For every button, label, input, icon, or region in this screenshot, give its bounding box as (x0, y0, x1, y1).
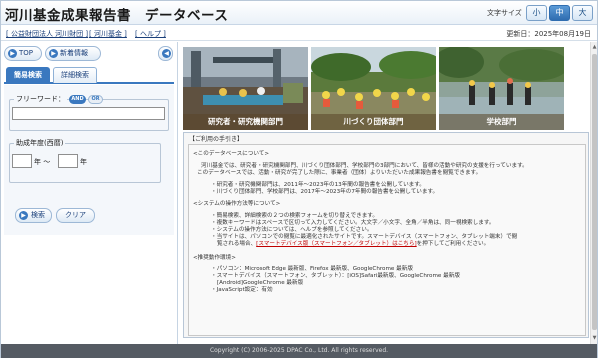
chevron-right-icon: ▶ (8, 49, 17, 58)
usage-guide-title: 【ご利用の手引き】 (189, 136, 244, 143)
app-window: 河川基金成果報告書 データベース 文字サイズ 小 中 大 [ 公益財団法人 河川… (0, 0, 598, 358)
or-toggle[interactable]: OR (88, 95, 103, 104)
scroll-down-icon[interactable]: ▼ (592, 334, 597, 342)
font-size-large-button[interactable]: 大 (572, 5, 593, 21)
page-title: 河川基金成果報告書 データベース (5, 8, 229, 24)
link-river-foundation[interactable]: [ 公益財団法人 河川財団 ] (6, 29, 88, 39)
updated-date: 更新日：2025年08月19日 (506, 30, 591, 38)
researcher-caption: 研究者・研究機関部門 (183, 114, 308, 130)
clear-button[interactable]: クリア (56, 208, 95, 223)
freeword-input[interactable] (12, 107, 165, 120)
scroll-thumb[interactable] (592, 54, 597, 330)
search-form: フリーワード： AND OR 助成年度(西暦) 年 ～ 年 ▶ 検索 クリア (4, 85, 174, 235)
freeword-label: フリーワード： (14, 94, 67, 104)
ops-item-4-cont: 覧される場合、[スマートデバイス版（スマートフォン／タブレット）はこちら]を押下… (217, 241, 490, 247)
page-scrollbar[interactable]: ▲ ▼ (590, 42, 597, 344)
search-button[interactable]: ▶ 検索 (15, 208, 52, 223)
about-item-2: ・川づくり団体部門、学校部門は、2017年～2023年の7年間の報告書を公開して… (211, 189, 439, 195)
usage-guide-body: <このデータベースについて> 河川基金では、研究者・研究機関部門、川づくり団体部… (188, 144, 586, 336)
top-button[interactable]: ▶ TOP (4, 46, 42, 61)
collapse-sidebar-button[interactable]: ◀ (158, 46, 173, 61)
link-river-fund[interactable]: [ 河川基金 ] (89, 29, 127, 39)
year-from-unit: 年 ～ (34, 158, 51, 166)
news-button[interactable]: ▶ 新着情報 (45, 46, 101, 61)
smart-device-link[interactable]: [スマートデバイス版（スマートフォン／タブレット）はこちら] (256, 241, 417, 247)
env-item-3: ・JavaScript設定：有効 (211, 287, 273, 293)
news-button-label: 新着情報 (60, 49, 88, 57)
search-sidebar: ▶ TOP ▶ 新着情報 ◀ 簡易検索 詳細検索 フリーワード： AND OR … (1, 42, 178, 344)
year-group: 助成年度(西暦) 年 ～ 年 (9, 138, 161, 183)
usage-guide-panel: 【ご利用の手引き】 <このデータベースについて> 河川基金では、研究者・研究機関… (183, 132, 589, 338)
env-heading: <推奨動作環境> (193, 255, 236, 261)
about-text-2: このデータベースでは、活動・研究が完了した際に、事業者（団体）よりいただいた成果… (197, 170, 482, 176)
year-to-unit: 年 (80, 158, 87, 166)
river-group-category-card[interactable]: 川づくり団体部門 (311, 47, 436, 130)
school-caption: 学校部門 (439, 114, 564, 130)
font-size-small-button[interactable]: 小 (526, 5, 547, 21)
chevron-right-icon: ▶ (49, 49, 58, 58)
year-from-input[interactable] (12, 154, 32, 168)
freeword-group: フリーワード： AND OR (9, 94, 169, 131)
header-bar: 河川基金成果報告書 データベース 文字サイズ 小 中 大 (1, 1, 597, 25)
font-size-label: 文字サイズ (487, 9, 522, 17)
ops-heading: <システムの操作方法等について> (193, 201, 281, 207)
font-size-medium-button[interactable]: 中 (549, 5, 570, 21)
footer-copyright: Copyright (C) 2006-2025 DPAC Co., Ltd. A… (1, 344, 597, 358)
researcher-category-card[interactable]: 研究者・研究機関部門 (183, 47, 308, 130)
chevron-left-icon: ◀ (162, 49, 171, 58)
chevron-right-icon: ▶ (19, 211, 28, 220)
top-button-label: TOP (19, 49, 34, 57)
search-tabs: 簡易検索 詳細検索 (4, 67, 174, 84)
main-content: 研究者・研究機関部門 川づくり団体部門 学校部門 【ご利用の手引き】 <このデー… (180, 42, 590, 344)
river-group-caption: 川づくり団体部門 (311, 114, 436, 130)
tab-simple-search[interactable]: 簡易検索 (6, 67, 50, 83)
org-links-bar: [ 公益財団法人 河川財団 ] [ 河川基金 ] [ ヘルプ ] 更新日：202… (1, 26, 597, 41)
clear-button-label: クリア (65, 211, 86, 219)
school-category-card[interactable]: 学校部門 (439, 47, 564, 130)
about-heading: <このデータベースについて> (193, 151, 270, 157)
link-help[interactable]: [ ヘルプ ] (135, 29, 166, 39)
year-label: 助成年度(西暦) (14, 138, 66, 148)
tab-detailed-search[interactable]: 詳細検索 (53, 67, 97, 83)
and-toggle[interactable]: AND (69, 95, 86, 104)
year-to-input[interactable] (58, 154, 78, 168)
search-button-label: 検索 (31, 211, 45, 219)
scroll-up-icon[interactable]: ▲ (592, 43, 597, 51)
